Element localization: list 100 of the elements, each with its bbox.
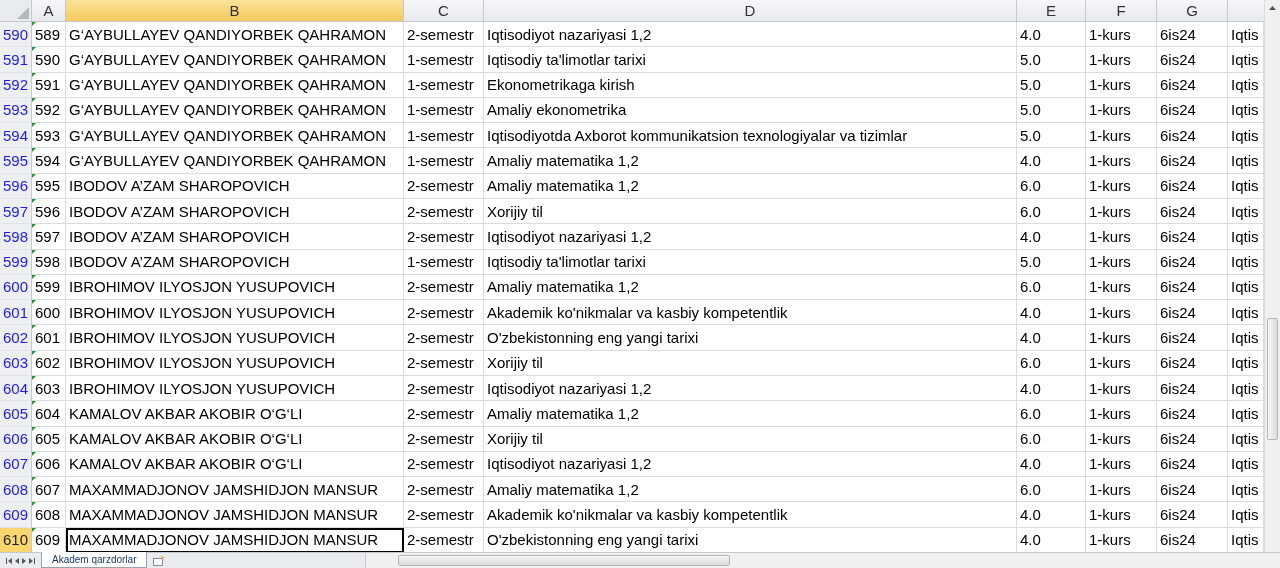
row-header[interactable]: 594	[0, 123, 32, 149]
row-header[interactable]: 607	[0, 451, 32, 478]
table-cell[interactable]: 6is24	[1157, 300, 1228, 326]
scrollbar-thumb[interactable]	[398, 555, 731, 566]
table-cell[interactable]: Iqtisodiyot nazariyasi 1,2	[484, 451, 1017, 478]
row-header[interactable]: 605	[0, 401, 32, 427]
table-cell[interactable]: 1-semestr	[404, 72, 484, 98]
table-cell[interactable]: 6.0	[1017, 173, 1086, 199]
table-cell[interactable]: 600	[32, 300, 66, 326]
table-cell[interactable]: 2-semestr	[404, 274, 484, 301]
sheet-tab[interactable]: Akadem qarzdorlar	[41, 552, 148, 568]
horizontal-scrollbar[interactable]	[365, 553, 1280, 568]
table-cell[interactable]: 5.0	[1017, 123, 1086, 149]
table-cell[interactable]: 6is24	[1157, 350, 1228, 376]
row-header[interactable]: 604	[0, 375, 32, 402]
table-cell[interactable]: 4.0	[1017, 502, 1086, 528]
table-cell[interactable]: 599	[32, 274, 66, 301]
row-header[interactable]: 595	[0, 148, 32, 174]
row-header[interactable]: 606	[0, 426, 32, 452]
column-header[interactable]: F	[1086, 0, 1157, 22]
table-cell[interactable]: 5.0	[1017, 97, 1086, 124]
table-cell[interactable]: 1-kurs	[1086, 148, 1157, 174]
table-cell[interactable]: 1-kurs	[1086, 173, 1157, 199]
table-cell[interactable]: 598	[32, 249, 66, 275]
table-cell[interactable]: 589	[32, 22, 66, 48]
table-cell[interactable]: 6is24	[1157, 47, 1228, 73]
table-cell[interactable]: 1-kurs	[1086, 502, 1157, 528]
table-cell[interactable]: 2-semestr	[404, 22, 484, 48]
table-cell[interactable]: IBROHIMOV ILYOSJON YUSUPOVICH	[66, 375, 404, 402]
table-cell[interactable]: Amaliy ekonometrika	[484, 97, 1017, 124]
table-cell[interactable]: 1-kurs	[1086, 325, 1157, 351]
table-cell[interactable]: 6is24	[1157, 477, 1228, 503]
table-cell[interactable]: IBROHIMOV ILYOSJON YUSUPOVICH	[66, 350, 404, 376]
table-cell[interactable]: 6.0	[1017, 198, 1086, 225]
row-header[interactable]: 599	[0, 249, 32, 275]
table-cell[interactable]: 592	[32, 97, 66, 124]
table-cell[interactable]: 6is24	[1157, 22, 1228, 48]
table-cell[interactable]: 1-semestr	[404, 123, 484, 149]
table-cell[interactable]: 608	[32, 502, 66, 528]
row-header[interactable]: 593	[0, 97, 32, 124]
table-cell[interactable]: 1-kurs	[1086, 426, 1157, 452]
table-cell[interactable]: 6is24	[1157, 325, 1228, 351]
table-cell[interactable]: Xorijiy til	[484, 426, 1017, 452]
table-cell[interactable]: 6is24	[1157, 401, 1228, 427]
table-cell[interactable]: G‘AYBULLAYEV QANDIYORBEK QAHRAMON	[66, 97, 404, 124]
table-cell[interactable]: 594	[32, 148, 66, 174]
table-cell[interactable]: KAMALOV AKBAR AKOBIR O‘G‘LI	[66, 451, 404, 478]
corner-triangle-icon[interactable]	[17, 7, 29, 19]
table-cell[interactable]: IBROHIMOV ILYOSJON YUSUPOVICH	[66, 300, 404, 326]
table-cell[interactable]: 1-kurs	[1086, 477, 1157, 503]
table-cell[interactable]: 5.0	[1017, 249, 1086, 275]
table-cell[interactable]: IBODOV A’ZAM SHAROPOVICH	[66, 224, 404, 250]
table-cell[interactable]: 2-semestr	[404, 477, 484, 503]
column-header[interactable]: D	[484, 0, 1017, 22]
table-cell[interactable]: IBODOV A’ZAM SHAROPOVICH	[66, 198, 404, 225]
table-cell[interactable]: 1-kurs	[1086, 72, 1157, 98]
column-header[interactable]	[1228, 0, 1264, 22]
table-cell[interactable]: 4.0	[1017, 300, 1086, 326]
table-cell[interactable]: Ekonometrikaga kirish	[484, 72, 1017, 98]
table-cell[interactable]: 597	[32, 224, 66, 250]
table-cell[interactable]: 5.0	[1017, 47, 1086, 73]
select-all-corner[interactable]	[0, 0, 32, 22]
table-cell[interactable]: 6.0	[1017, 274, 1086, 301]
table-cell[interactable]: 2-semestr	[404, 198, 484, 225]
table-cell[interactable]: 1-kurs	[1086, 224, 1157, 250]
table-cell[interactable]: MAXAMMADJONOV JAMSHIDJON MANSUR	[66, 502, 404, 528]
table-cell[interactable]: 2-semestr	[404, 224, 484, 250]
table-cell[interactable]: 1-kurs	[1086, 350, 1157, 376]
table-cell[interactable]: 6is24	[1157, 72, 1228, 98]
table-cell[interactable]: 6is24	[1157, 198, 1228, 225]
column-header[interactable]: C	[404, 0, 484, 22]
table-cell[interactable]: 4.0	[1017, 224, 1086, 250]
table-cell[interactable]: 6is24	[1157, 123, 1228, 149]
table-cell[interactable]: 2-semestr	[404, 426, 484, 452]
table-cell[interactable]: 1-semestr	[404, 148, 484, 174]
table-cell[interactable]: 1-kurs	[1086, 300, 1157, 326]
row-header[interactable]: 610	[0, 527, 32, 552]
table-cell[interactable]: 1-kurs	[1086, 123, 1157, 149]
table-cell[interactable]: 4.0	[1017, 375, 1086, 402]
table-cell[interactable]: Xorijiy til	[484, 198, 1017, 225]
table-cell[interactable]: IBODOV A’ZAM SHAROPOVICH	[66, 249, 404, 275]
row-header[interactable]: 591	[0, 47, 32, 73]
table-cell[interactable]: 2-semestr	[404, 375, 484, 402]
row-header[interactable]: 608	[0, 477, 32, 503]
table-cell[interactable]: G‘AYBULLAYEV QANDIYORBEK QAHRAMON	[66, 72, 404, 98]
table-cell[interactable]: 603	[32, 375, 66, 402]
table-cell[interactable]: 6is24	[1157, 451, 1228, 478]
table-cell[interactable]: 2-semestr	[404, 173, 484, 199]
column-header[interactable]: B	[66, 0, 404, 22]
previous-sheet-icon[interactable]	[15, 557, 19, 564]
table-cell[interactable]: 2-semestr	[404, 451, 484, 478]
table-cell[interactable]: Iqtisodiyotda Axborot kommunikatsion texnologiyalar va tizimlar	[484, 123, 1017, 149]
column-header[interactable]: A	[32, 0, 66, 22]
table-cell[interactable]: Amaliy matematika 1,2	[484, 477, 1017, 503]
table-cell[interactable]: 6is24	[1157, 426, 1228, 452]
table-cell[interactable]: Amaliy matematika 1,2	[484, 274, 1017, 301]
table-cell[interactable]: 605	[32, 426, 66, 452]
row-header[interactable]: 596	[0, 173, 32, 199]
table-cell[interactable]: 593	[32, 123, 66, 149]
last-sheet-icon[interactable]	[29, 557, 35, 564]
